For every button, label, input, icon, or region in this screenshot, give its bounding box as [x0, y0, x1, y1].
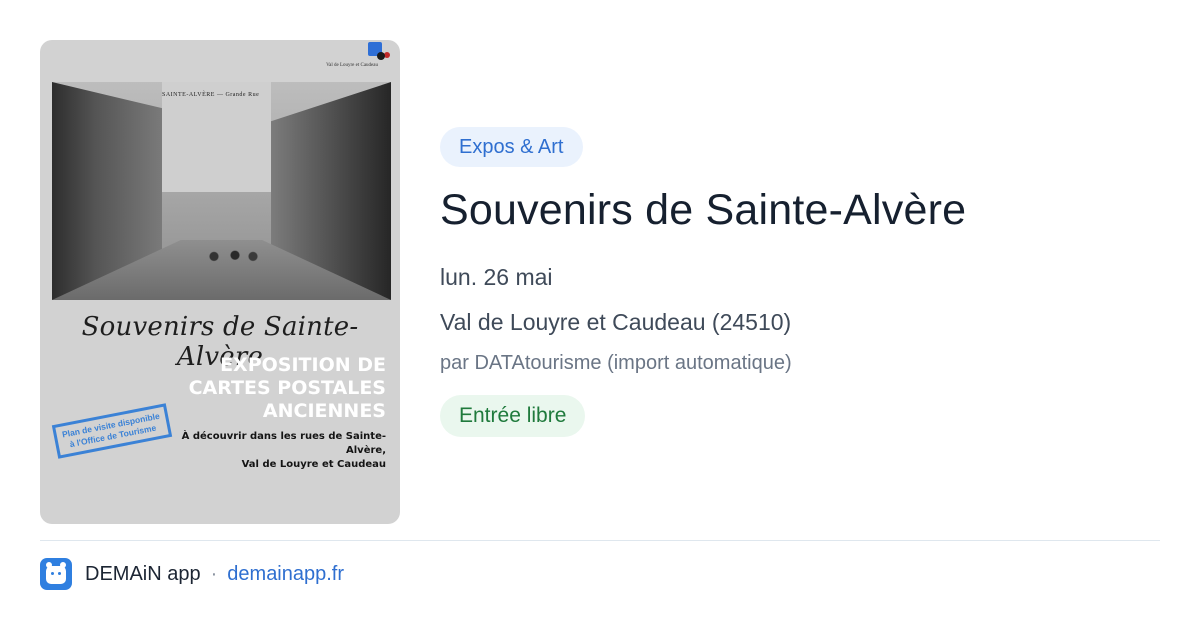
poster-logo: Val de Louyre et Caudeau: [312, 42, 390, 69]
poster-logo-text: Val de Louyre et Caudeau: [326, 63, 378, 68]
category-badge[interactable]: Expos & Art: [440, 127, 583, 167]
event-title: Souvenirs de Sainte-Alvère: [440, 186, 967, 234]
coat-of-arms-icon: [368, 42, 390, 60]
footer-separator: ·: [210, 562, 218, 585]
event-poster-image[interactable]: Val de Louyre et Caudeau SAINTE-ALVÈRE —…: [40, 40, 400, 524]
app-logo-icon: [40, 558, 72, 590]
event-location: Val de Louyre et Caudeau (24510): [440, 309, 792, 335]
event-date: lun. 26 mai: [440, 264, 553, 290]
app-url-link[interactable]: demainapp.fr: [227, 563, 344, 586]
footer-divider: [40, 540, 1160, 541]
price-badge: Entrée libre: [440, 395, 586, 437]
app-name: DEMAiN app: [85, 562, 201, 585]
footer: DEMAiN app · demainapp.fr: [40, 558, 344, 590]
vintage-street-photo: SAINTE-ALVÈRE — Grande Rue: [52, 82, 391, 300]
photo-caption: SAINTE-ALVÈRE — Grande Rue: [162, 92, 260, 98]
event-source: par DATAtourisme (import automatique): [440, 352, 792, 374]
poster-subtext: À découvrir dans les rues de Sainte-Alvè…: [181, 431, 386, 470]
